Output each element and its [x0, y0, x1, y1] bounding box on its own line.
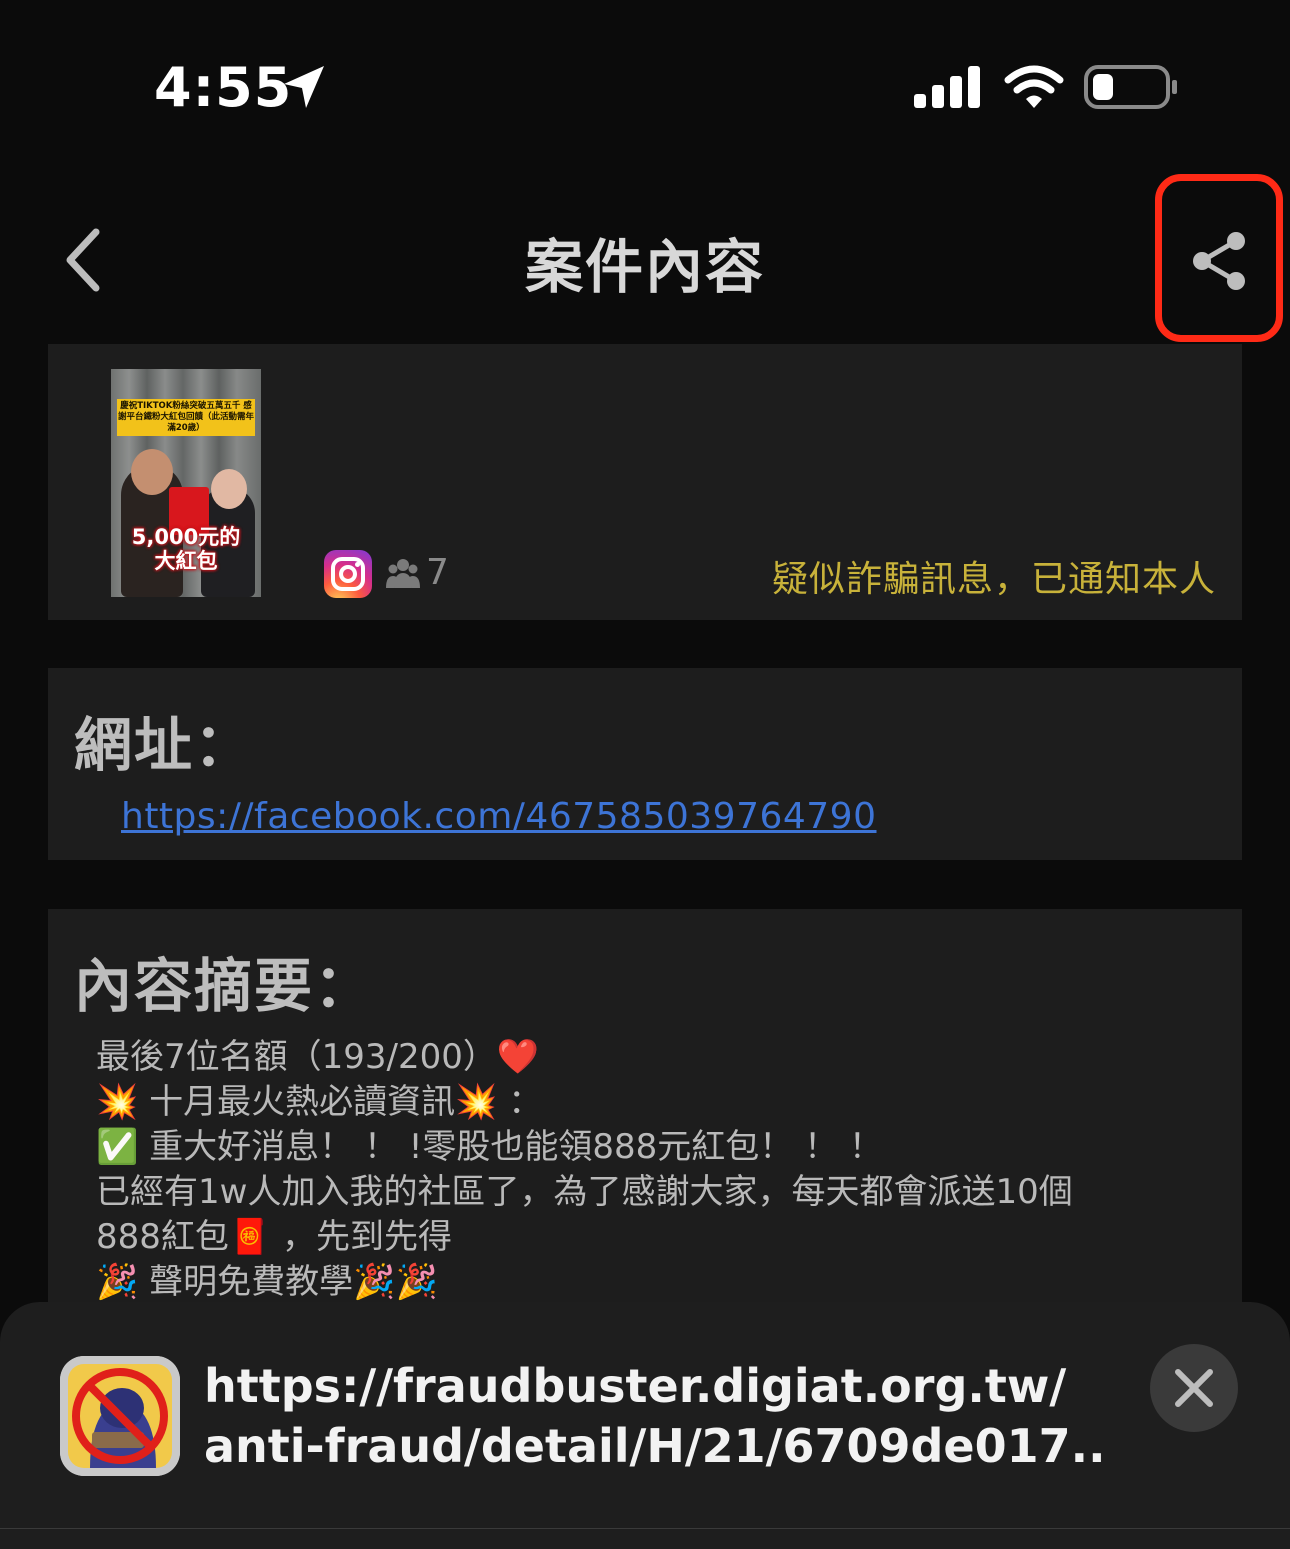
summary-heading: 內容摘要： — [74, 952, 375, 1020]
case-detail-screen: 4:55 案件內容 慶祝TIKTOK粉絲突破五萬五千 感謝平台鐵粉大紅包回饋（此… — [0, 0, 1290, 1549]
summary-line: 💥 十月最火熱必讀資訊💥 ： — [96, 1082, 543, 1122]
thumbnail-banner-text: 慶祝TIKTOK粉絲突破五萬五千 感謝平台鐵粉大紅包回饋（此活動需年滿20歲） — [117, 399, 255, 436]
page-title: 案件內容 — [524, 233, 765, 301]
sheet-divider — [0, 1528, 1290, 1529]
close-button[interactable] — [1150, 1344, 1238, 1432]
battery-icon — [1084, 65, 1177, 109]
close-icon — [1175, 1369, 1213, 1407]
instagram-icon — [324, 550, 372, 598]
case-card[interactable]: 慶祝TIKTOK粉絲突破五萬五千 感謝平台鐵粉大紅包回饋（此活動需年滿20歲） … — [48, 344, 1242, 620]
url-card: 網址： https://facebook.com/467585039764790 — [48, 668, 1242, 860]
shared-url-line-1: https://fraudbuster.digiat.org.tw/ — [204, 1359, 1067, 1413]
share-button[interactable] — [1155, 174, 1283, 342]
case-thumbnail[interactable]: 慶祝TIKTOK粉絲突破五萬五千 感謝平台鐵粉大紅包回饋（此活動需年滿20歲） … — [111, 369, 261, 597]
shared-url-line-2: anti-fraud/detail/H/21/6709de017... — [204, 1419, 1104, 1473]
summary-line: 888紅包🧧 ，先到先得 — [96, 1217, 453, 1257]
case-url-link[interactable]: https://facebook.com/467585039764790 — [121, 796, 877, 837]
people-icon — [386, 559, 420, 588]
wifi-icon — [1004, 65, 1064, 108]
url-heading: 網址： — [74, 711, 255, 779]
summary-line: 最後7位名額（193/200）❤️ — [96, 1037, 540, 1077]
thumbnail-caption: 5,000元的 大紅包 — [131, 525, 241, 573]
thumbnail-head-left — [131, 449, 173, 495]
shared-url: https://fraudbuster.digiat.org.tw/ anti-… — [204, 1356, 1104, 1476]
fraudbuster-app-icon — [60, 1356, 180, 1476]
status-time: 4:55 — [154, 56, 293, 119]
share-sheet: https://fraudbuster.digiat.org.tw/ anti-… — [0, 1302, 1290, 1549]
nav-bar: 案件內容 — [0, 174, 1290, 342]
share-icon — [1193, 232, 1245, 290]
summary-body: 最後7位名額（193/200）❤️ 💥 十月最火熱必讀資訊💥 ： ✅ 重大好消息… — [96, 1035, 1226, 1305]
people-count: 7 — [426, 552, 449, 593]
summary-line: ✅ 重大好消息！ ！ !零股也能領888元紅包！ ！ ！ — [96, 1127, 883, 1167]
thumbnail-head-right — [211, 469, 247, 509]
status-bar: 4:55 — [0, 0, 1290, 170]
summary-line: 已經有1w人加入我的社區了，為了感謝大家，每天都會派送10個 — [96, 1172, 1073, 1212]
summary-line: 🎉 聲明免費教學🎉🎉 — [96, 1262, 438, 1302]
cellular-signal-icon — [914, 66, 980, 108]
location-arrow-icon — [284, 66, 324, 108]
case-status-text: 疑似詐騙訊息，已通知本人 — [771, 559, 1216, 600]
